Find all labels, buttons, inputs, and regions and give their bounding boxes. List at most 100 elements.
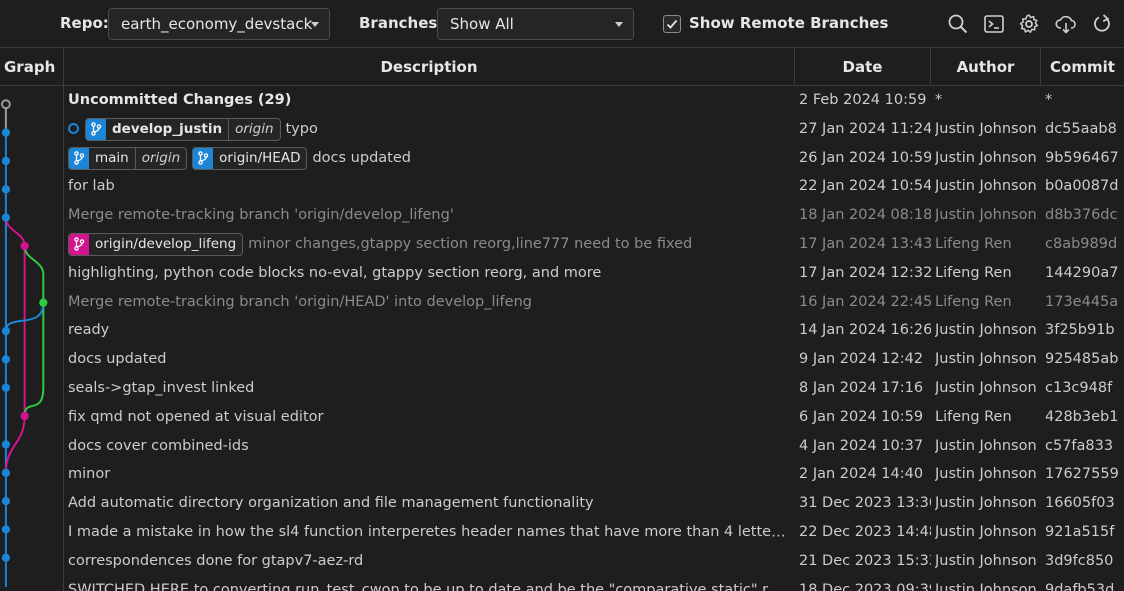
branches-select[interactable]: Show All — [437, 8, 634, 40]
branch-remote: origin — [228, 119, 279, 140]
commit-message: for lab — [68, 178, 115, 194]
commit-row[interactable]: ready 14 Jan 2024 16:26 Justin Johnson 3f25… — [0, 316, 1124, 345]
commit-author: * — [935, 92, 943, 108]
terminal-icon[interactable] — [983, 13, 1005, 35]
commit-date: 9 Jan 2024 12:42 — [799, 351, 924, 367]
branch-icon — [69, 148, 89, 169]
commit-hash: 17627559 — [1045, 466, 1119, 482]
commit-message: Merge remote-tracking branch 'origin/HEA… — [68, 294, 532, 310]
branch-icon — [69, 234, 89, 255]
commit-row[interactable]: main origin origin/HEAD docs updated 26 Jan … — [0, 144, 1124, 173]
commit-row[interactable]: seals->gtap_invest linked 8 Jan 2024 17:1… — [0, 374, 1124, 403]
commit-author: Justin Johnson — [935, 178, 1037, 194]
commit-row[interactable]: Add automatic directory organization and… — [0, 489, 1124, 518]
show-remote-branches-checkbox[interactable] — [663, 15, 681, 33]
commit-row[interactable]: Merge remote-tracking branch 'origin/HEA… — [0, 288, 1124, 317]
commit-date: 17 Jan 2024 13:43 — [799, 236, 931, 252]
commit-description: correspondences done for gtapv7-aez-rd — [68, 547, 788, 576]
commit-message: minor changes,gtappy section reorg,line7… — [248, 236, 693, 252]
gear-icon[interactable] — [1018, 13, 1040, 35]
branch-remote: origin — [134, 148, 186, 169]
commit-description: docs updated — [68, 345, 788, 374]
commit-date: 22 Jan 2024 10:54 — [799, 178, 931, 194]
commit-author: Justin Johnson — [935, 150, 1037, 166]
header-graph[interactable]: Graph — [0, 48, 64, 86]
commit-author: Justin Johnson — [935, 322, 1037, 338]
commit-row[interactable]: develop_justin origin typo 27 Jan 2024 11:2… — [0, 115, 1124, 144]
commit-message: ready — [68, 322, 110, 338]
branch-label[interactable]: origin/develop_lifeng — [68, 233, 244, 256]
commit-date: 17 Jan 2024 12:32 — [799, 265, 931, 281]
commit-description: fix qmd not opened at visual editor — [68, 403, 788, 432]
commit-message: docs updated — [312, 150, 411, 166]
commit-row[interactable]: origin/develop_lifeng minor changes,gtapp… — [0, 230, 1124, 259]
commit-hash: c13c948f — [1045, 380, 1113, 396]
header-date[interactable]: Date — [795, 48, 931, 86]
toolbar: Repo: earth_economy_devstack Branches: S… — [0, 0, 1124, 48]
commit-row[interactable]: highlighting, python code blocks no-eval… — [0, 259, 1124, 288]
repo-select-value: earth_economy_devstack — [121, 15, 313, 33]
commit-author: Justin Johnson — [935, 207, 1037, 223]
commit-hash: c8ab989d — [1045, 236, 1118, 252]
commit-hash: 925485ab — [1045, 351, 1119, 367]
commit-description: SWITCHED HERE to converting run_test_cwo… — [68, 576, 788, 591]
branch-icon — [193, 148, 214, 169]
commit-row[interactable]: for lab 22 Jan 2024 10:54 Justin Johnson b0… — [0, 172, 1124, 201]
commit-date: 14 Jan 2024 16:26 — [799, 322, 931, 338]
commit-hash: 9b596467 — [1045, 150, 1119, 166]
commit-row[interactable]: Uncommitted Changes (29) 2 Feb 2024 10:59… — [0, 86, 1124, 115]
commit-author: Justin Johnson — [935, 495, 1037, 511]
commit-hash: * — [1045, 92, 1053, 108]
commit-description: minor — [68, 460, 788, 489]
commit-date: 2 Feb 2024 10:59 — [799, 92, 927, 108]
commit-row[interactable]: docs updated 9 Jan 2024 12:42 Justin Johns… — [0, 345, 1124, 374]
commit-author: Lifeng Ren — [935, 236, 1012, 252]
commit-description: Add automatic directory organization and… — [68, 489, 788, 518]
commit-date: 26 Jan 2024 10:59 — [799, 150, 931, 166]
commit-description: seals->gtap_invest linked — [68, 374, 788, 403]
header-author[interactable]: Author — [931, 48, 1041, 86]
commit-author: Lifeng Ren — [935, 265, 1012, 281]
commit-row[interactable]: docs cover combined-ids 4 Jan 2024 10:37 J… — [0, 432, 1124, 461]
branches-label: Branches: — [359, 14, 444, 32]
commit-hash: b0a0087d — [1045, 178, 1119, 194]
cloud-download-icon[interactable] — [1055, 13, 1077, 35]
refresh-icon[interactable] — [1091, 13, 1113, 35]
commit-row[interactable]: fix qmd not opened at visual editor 6 Jan… — [0, 403, 1124, 432]
commit-message: highlighting, python code blocks no-eval… — [68, 265, 602, 281]
commit-message: Uncommitted Changes (29) — [68, 92, 292, 108]
show-remote-branches-label: Show Remote Branches — [689, 14, 889, 32]
repo-select[interactable]: earth_economy_devstack — [108, 8, 330, 40]
commit-hash: 9dafb53d — [1045, 582, 1115, 591]
commit-description: I made a mistake in how the sl4 function… — [68, 518, 788, 547]
branch-label[interactable]: origin/HEAD — [192, 147, 308, 170]
commit-author: Justin Johnson — [935, 466, 1037, 482]
branch-label[interactable]: develop_justin origin — [85, 118, 281, 141]
commit-row[interactable]: minor 2 Jan 2024 14:40 Justin Johnson 17627… — [0, 460, 1124, 489]
commit-date: 27 Jan 2024 11:24 — [799, 121, 931, 137]
commit-description: ready — [68, 316, 788, 345]
header-description[interactable]: Description — [64, 48, 795, 86]
commit-hash: 921a515f — [1045, 524, 1115, 540]
commit-date: 21 Dec 2023 15:33 — [799, 553, 931, 569]
header-commit[interactable]: Commit — [1041, 48, 1124, 86]
commit-description: Uncommitted Changes (29) — [68, 86, 788, 115]
commit-message: seals->gtap_invest linked — [68, 380, 255, 396]
commit-hash: dc55aab8 — [1045, 121, 1117, 137]
commit-message: minor — [68, 466, 111, 482]
branch-label[interactable]: main origin — [68, 147, 188, 170]
commit-author: Justin Johnson — [935, 121, 1037, 137]
commit-row[interactable]: I made a mistake in how the sl4 function… — [0, 518, 1124, 547]
search-icon[interactable] — [947, 13, 969, 35]
commit-hash: 428b3eb1 — [1045, 409, 1119, 425]
commit-hash: d8b376dc — [1045, 207, 1118, 223]
commit-message: SWITCHED HERE to converting run_test_cwo… — [68, 582, 788, 591]
commit-row[interactable]: SWITCHED HERE to converting run_test_cwo… — [0, 576, 1124, 591]
commit-row[interactable]: correspondences done for gtapv7-aez-rd 21… — [0, 547, 1124, 576]
commit-hash: 3d9fc850 — [1045, 553, 1114, 569]
commit-description: develop_justin origin typo — [68, 115, 788, 144]
commit-row[interactable]: Merge remote-tracking branch 'origin/dev… — [0, 201, 1124, 230]
commit-hash: c57fa833 — [1045, 438, 1114, 454]
commit-author: Lifeng Ren — [935, 409, 1012, 425]
checkmark-icon — [666, 19, 678, 29]
